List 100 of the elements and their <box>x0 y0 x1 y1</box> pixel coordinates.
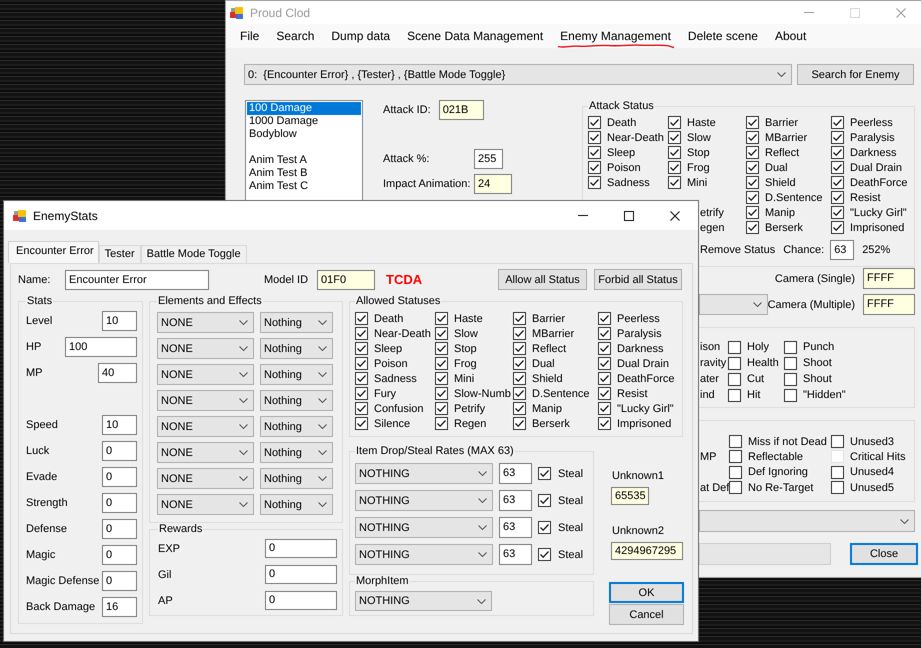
checkbox[interactable] <box>784 340 797 354</box>
checkbox[interactable] <box>831 131 844 144</box>
dialog-button[interactable]: Cancel <box>609 604 684 625</box>
text-field[interactable]: 63 <box>499 490 532 511</box>
checkbox[interactable] <box>513 372 526 385</box>
text-field[interactable]: 0 <box>102 493 137 513</box>
dropdown[interactable]: NONE <box>157 364 254 385</box>
text-field[interactable]: 16 <box>102 597 137 617</box>
checkbox[interactable] <box>746 221 759 234</box>
list-item[interactable]: Anim Test A <box>247 154 361 167</box>
checkbox[interactable] <box>355 312 368 325</box>
dropdown[interactable]: Nothing <box>260 468 333 489</box>
checkbox[interactable] <box>729 450 742 464</box>
dialog-button[interactable]: OK <box>609 582 684 603</box>
checkbox[interactable] <box>746 191 759 204</box>
checkbox[interactable] <box>668 176 681 189</box>
checkbox[interactable] <box>831 481 844 494</box>
tab[interactable]: Encounter Error <box>8 241 99 263</box>
text-field[interactable]: 63 <box>830 240 854 260</box>
text-field[interactable]: 4294967295 <box>611 542 683 560</box>
menu-item[interactable]: Dump data <box>323 26 398 46</box>
checkbox[interactable] <box>598 372 611 385</box>
checkbox[interactable] <box>598 387 611 400</box>
close-button[interactable]: Close <box>850 543 918 566</box>
checkbox[interactable] <box>746 146 759 159</box>
dropdown[interactable]: NOTHING <box>355 490 493 511</box>
tab[interactable]: Battle Mode Toggle <box>140 245 247 263</box>
checkbox[interactable] <box>435 417 448 430</box>
checkbox[interactable] <box>435 312 448 325</box>
text-field[interactable]: 01F0 <box>317 270 375 290</box>
checkbox[interactable] <box>831 176 844 189</box>
checkbox[interactable] <box>435 402 448 415</box>
list-item[interactable]: 100 Damage <box>247 102 361 115</box>
checkbox[interactable] <box>355 402 368 415</box>
checkbox[interactable] <box>746 116 759 129</box>
checkbox[interactable] <box>784 356 797 370</box>
checkbox[interactable] <box>513 342 526 355</box>
search-button[interactable]: Search for Enemy <box>797 64 914 85</box>
text-field[interactable]: 0 <box>265 591 337 610</box>
checkbox[interactable] <box>668 116 681 129</box>
checkbox[interactable] <box>513 327 526 340</box>
text-field[interactable]: 63 <box>499 463 532 484</box>
checkbox[interactable] <box>746 176 759 189</box>
menu-item[interactable]: Search <box>268 26 322 46</box>
checkbox[interactable] <box>831 221 844 234</box>
checkbox[interactable] <box>513 417 526 430</box>
checkbox[interactable] <box>728 372 741 386</box>
text-field[interactable]: 0 <box>102 467 137 487</box>
checkbox[interactable] <box>538 521 551 534</box>
checkbox[interactable] <box>598 357 611 370</box>
tab[interactable]: Tester <box>98 245 141 263</box>
checkbox[interactable] <box>728 340 741 354</box>
checkbox[interactable] <box>513 357 526 370</box>
list-item[interactable]: Anim Test C <box>247 180 361 193</box>
checkbox[interactable] <box>538 467 551 480</box>
checkbox[interactable] <box>435 342 448 355</box>
checkbox[interactable] <box>831 191 844 204</box>
dropdown[interactable]: NONE <box>157 442 254 463</box>
checkbox[interactable] <box>831 206 844 219</box>
dropdown[interactable]: NOTHING <box>355 591 492 611</box>
checkbox[interactable] <box>588 161 601 174</box>
text-field[interactable]: 0 <box>102 519 137 539</box>
text-field[interactable]: Encounter Error <box>65 270 209 290</box>
menu-item[interactable]: Scene Data Management <box>399 26 552 46</box>
checkbox[interactable] <box>435 357 448 370</box>
dropdown[interactable]: Nothing <box>260 494 333 515</box>
dropdown[interactable]: NOTHING <box>355 463 493 484</box>
checkbox[interactable] <box>435 327 448 340</box>
checkbox[interactable] <box>588 131 601 144</box>
checkbox[interactable] <box>831 146 844 159</box>
text-field[interactable]: 255 <box>474 149 503 169</box>
checkbox[interactable] <box>728 388 741 402</box>
checkbox[interactable] <box>513 387 526 400</box>
text-field[interactable]: 100 <box>65 337 137 357</box>
dropdown[interactable]: NONE <box>157 468 254 489</box>
text-field[interactable]: 10 <box>102 415 137 435</box>
text-field[interactable]: FFFF <box>863 268 915 289</box>
dropdown[interactable]: Nothing <box>260 416 333 437</box>
checkbox[interactable] <box>598 312 611 325</box>
text-field[interactable]: 65535 <box>611 487 649 505</box>
checkbox[interactable] <box>728 356 741 370</box>
dropdown[interactable]: NONE <box>157 338 254 359</box>
dropdown[interactable]: 0: {Encounter Error} , {Tester} , {Battle Mode Toggle} <box>244 64 792 85</box>
checkbox[interactable] <box>784 388 797 402</box>
checkbox[interactable] <box>513 402 526 415</box>
checkbox[interactable] <box>784 372 797 386</box>
text-field[interactable]: 0 <box>265 565 337 584</box>
checkbox[interactable] <box>746 206 759 219</box>
list-item[interactable]: 1000 Damage <box>247 115 361 128</box>
dropdown[interactable]: NOTHING <box>355 517 493 538</box>
dropdown[interactable]: NOTHING <box>355 544 493 565</box>
checkbox[interactable] <box>831 161 844 174</box>
checkbox[interactable] <box>598 417 611 430</box>
dropdown[interactable]: NONE <box>157 390 254 411</box>
checkbox[interactable] <box>355 417 368 430</box>
checkbox[interactable] <box>668 131 681 144</box>
text-field[interactable]: 10 <box>102 311 137 331</box>
checkbox[interactable] <box>729 435 742 448</box>
checkbox[interactable] <box>355 357 368 370</box>
checkbox[interactable] <box>831 466 844 479</box>
